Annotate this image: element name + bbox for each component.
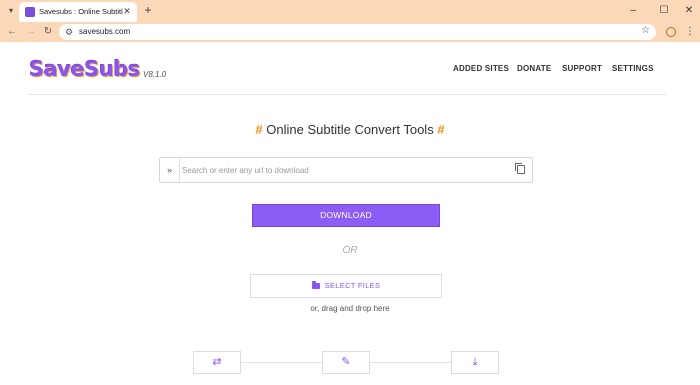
download-button[interactable]: DOWNLOAD [252,204,440,227]
folder-open-icon [311,280,320,289]
paste-icon[interactable] [515,163,525,174]
search-input[interactable] [182,162,512,178]
drag-drop-hint: or, drag and drop here [310,304,390,313]
tab-title: Savesubs : Online Subtitle Conv [39,7,123,16]
favicon-icon [25,7,35,17]
forward-icon[interactable]: → [24,25,38,39]
browser-tabbar: ▾ Savesubs : Online Subtitle Conv ✕ + – … [0,0,700,22]
step-download[interactable]: ⤓ [451,351,499,374]
nav-donate[interactable]: DONATE [517,64,551,73]
tab-search-chevron-icon[interactable]: ▾ [4,4,18,18]
version-label: V8.1.0 [143,70,167,79]
site-info-icon[interactable]: ⚙ [65,26,73,38]
back-icon[interactable]: ← [5,25,19,39]
new-tab-icon[interactable]: + [141,3,155,17]
minimize-icon[interactable]: – [626,4,640,18]
hash-left: # [255,122,263,137]
step-edit[interactable]: ✎ [322,351,370,374]
header-divider [27,94,666,95]
step-convert[interactable]: ⇄ [193,351,241,374]
edit-icon: ✎ [341,356,351,368]
select-files-button[interactable]: SELECT FILES [250,274,442,298]
maximize-icon[interactable]: ☐ [657,4,671,18]
bookmark-star-icon[interactable]: ☆ [641,25,650,36]
menu-kebab-icon[interactable]: ⋮ [683,25,697,39]
convert-icon: ⇄ [212,356,222,368]
or-divider: OR [342,245,358,256]
nav-added-sites[interactable]: ADDED SITES [453,64,509,73]
double-chevron-down-icon[interactable]: » [160,158,180,182]
hash-right: # [437,122,445,137]
select-files-label: SELECT FILES [324,281,381,290]
headline-text: Online Subtitle Convert Tools [266,122,434,137]
browser-toolbar: ← → ↻ ⚙ savesubs.com ☆ ⋮ [0,22,700,42]
profile-icon[interactable] [664,25,678,39]
browser-tab[interactable]: Savesubs : Online Subtitle Conv ✕ [19,2,137,22]
url-text[interactable]: savesubs.com [79,27,130,36]
address-bar[interactable]: ⚙ savesubs.com ☆ [59,24,656,40]
nav-settings[interactable]: SETTINGS [612,64,654,73]
page: SaveSubs V8.1.0 ADDED SITES DONATE SUPPO… [0,42,700,385]
logo-text: SaveSubs [29,57,140,81]
savesubs-logo[interactable]: SaveSubs [29,57,140,87]
download-icon: ⤓ [472,356,478,368]
nav-support[interactable]: SUPPORT [562,64,602,73]
close-tab-icon[interactable]: ✕ [121,5,133,17]
search-box: » [159,157,533,183]
page-title: # Online Subtitle Convert Tools # [0,122,700,137]
close-window-icon[interactable]: ✕ [682,4,696,18]
reload-icon[interactable]: ↻ [41,25,55,39]
